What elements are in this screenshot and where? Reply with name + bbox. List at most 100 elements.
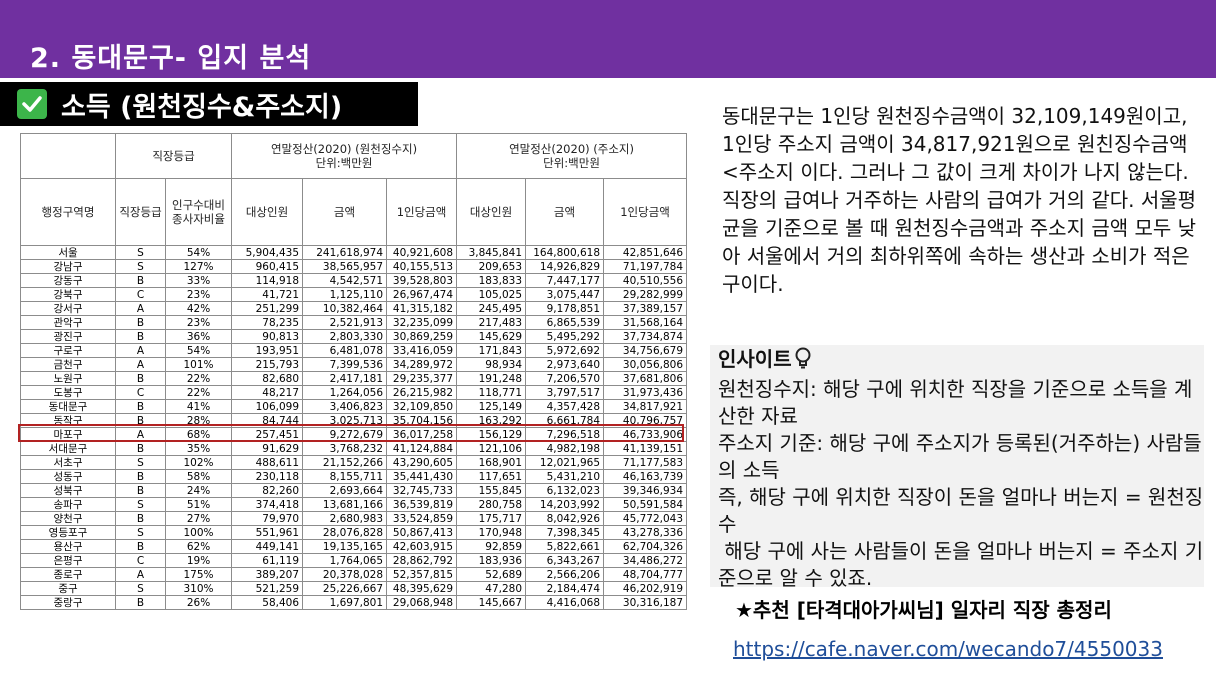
column-header: 행정구역명 <box>20 178 116 246</box>
table-cell: 32,235,099 <box>386 315 458 330</box>
table-cell: 10,382,464 <box>302 301 388 316</box>
table-cell: 19% <box>164 553 233 568</box>
table-cell: 58% <box>164 469 233 484</box>
table-cell: 33,416,059 <box>386 343 458 358</box>
table-cell: 서대문구 <box>20 441 116 456</box>
table-cell: 14,203,992 <box>525 497 605 512</box>
table-row: 서울 S 54% 5,904,435 241,618,974 40,921,608 3,84… <box>20 245 688 260</box>
table-cell: 46,202,919 <box>603 581 688 596</box>
table-row: 금천구 A 101% 215,793 7,399,536 34,289,972 98,934… <box>20 357 688 372</box>
table-cell: 62% <box>164 539 233 554</box>
table-cell: 209,653 <box>456 259 527 274</box>
table-cell: 24% <box>164 483 233 498</box>
table-cell: 251,299 <box>231 301 304 316</box>
table-cell: 28,076,828 <box>302 525 388 540</box>
table-cell: 3,075,447 <box>525 287 605 302</box>
table-cell: 5,495,292 <box>525 329 605 344</box>
table-cell: 노원구 <box>20 371 116 386</box>
table-cell: 23% <box>164 287 233 302</box>
table-cell: 38,565,957 <box>302 259 388 274</box>
table-cell: 7,398,345 <box>525 525 605 540</box>
table-cell: B <box>115 273 166 288</box>
table-cell: 30,316,187 <box>603 595 688 610</box>
insight-line-1: 원천징수지: 해당 구에 위치한 직장을 기준으로 소득을 계산한 자료 <box>718 377 1193 428</box>
table-cell: 98,934 <box>456 357 527 372</box>
table-cell: 241,618,974 <box>302 245 388 260</box>
table-cell: 29,068,948 <box>386 595 458 610</box>
table-cell: 191,248 <box>456 371 527 386</box>
column-header: 인구수대비 종사자비율 <box>164 178 233 246</box>
table-row: 중랑구 B 26% 58,406 1,697,801 29,068,948 145,667 4… <box>20 595 688 610</box>
insight-title: 인사이트 <box>718 347 792 371</box>
table-row: 구로구 A 54% 193,951 6,481,078 33,416,059 171,843… <box>20 343 688 358</box>
table-cell: 37,734,874 <box>603 329 688 344</box>
column-header: 대상인원 <box>231 178 304 246</box>
table-cell: 45,772,043 <box>603 511 688 526</box>
table-cell: 145,629 <box>456 329 527 344</box>
source-link[interactable]: https://cafe.naver.com/wecando7/4550033 <box>733 637 1163 661</box>
table-cell: 3,845,841 <box>456 245 527 260</box>
table-cell: 1,125,110 <box>302 287 388 302</box>
table-cell: 50,867,413 <box>386 525 458 540</box>
table-row: 은평구 C 19% 61,119 1,764,065 28,862,792 183,936 6… <box>20 553 688 568</box>
table-cell: 183,936 <box>456 553 527 568</box>
table-cell: 4,357,428 <box>525 399 605 414</box>
table-cell: 521,259 <box>231 581 304 596</box>
table-cell: 2,973,640 <box>525 357 605 372</box>
table-cell: 4,416,068 <box>525 595 605 610</box>
table-cell: 41,315,182 <box>386 301 458 316</box>
table-row: 송파구 S 51% 374,418 13,681,166 36,539,819 280,75… <box>20 497 688 512</box>
section-heading-label: 소득 (원천징수&주소지) <box>61 91 343 123</box>
table-cell: 118,771 <box>456 385 527 400</box>
table-cell: 7,399,536 <box>302 357 388 372</box>
table-cell: 101% <box>164 357 233 372</box>
table-cell: 29,282,999 <box>603 287 688 302</box>
table-cell: 155,845 <box>456 483 527 498</box>
table-row: 강북구 C 23% 41,721 1,125,110 26,967,474 105,025 3… <box>20 287 688 302</box>
insight-line-3: 즉, 해당 구에 위치한 직장이 돈을 얼마나 버는지 = 원천징수 <box>718 485 1204 536</box>
table-cell: 78,235 <box>231 315 304 330</box>
table-cell: 31,973,436 <box>603 385 688 400</box>
table-cell: 26,967,474 <box>386 287 458 302</box>
table-cell: 광진구 <box>20 329 116 344</box>
table-cell: 2,693,664 <box>302 483 388 498</box>
section-heading: 소득 (원천징수&주소지) <box>0 82 418 126</box>
header-empty-cell <box>20 133 116 179</box>
table-cell: 35% <box>164 441 233 456</box>
check-icon <box>17 89 47 119</box>
table-cell: 58,406 <box>231 595 304 610</box>
table-cell: 5,972,692 <box>525 343 605 358</box>
income-table: 직장등급 연말정산(2020) (원천징수지) 단위:백만원 연말정산(2020… <box>20 133 688 610</box>
table-cell: 8,042,926 <box>525 511 605 526</box>
table-cell: 82,260 <box>231 483 304 498</box>
table-cell: 40,921,608 <box>386 245 458 260</box>
table-cell: 171,843 <box>456 343 527 358</box>
table-row: 강남구 S 127% 960,415 38,565,957 40,155,513 209,6… <box>20 259 688 274</box>
table-row: 동대문구 B 41% 106,099 3,406,823 32,109,850 125,14… <box>20 399 688 414</box>
table-cell: S <box>115 259 166 274</box>
table-cell: 2,803,330 <box>302 329 388 344</box>
table-cell: 34,756,679 <box>603 343 688 358</box>
table-cell: 금천구 <box>20 357 116 372</box>
table-cell: 39,346,934 <box>603 483 688 498</box>
table-cell: 구로구 <box>20 343 116 358</box>
table-cell: 41% <box>164 399 233 414</box>
table-cell: A <box>115 567 166 582</box>
table-cell: 5,822,661 <box>525 539 605 554</box>
table-cell: 9,178,851 <box>525 301 605 316</box>
header-address-title: 연말정산(2020) (주소지) <box>509 142 634 156</box>
table-cell: 23% <box>164 315 233 330</box>
table-cell: S <box>115 455 166 470</box>
table-cell: 62,704,326 <box>603 539 688 554</box>
table-cell: 90,813 <box>231 329 304 344</box>
table-cell: 183,833 <box>456 273 527 288</box>
table-cell: B <box>115 539 166 554</box>
table-cell: 145,667 <box>456 595 527 610</box>
table-cell: 310% <box>164 581 233 596</box>
table-cell: 도봉구 <box>20 385 116 400</box>
table-cell: 성동구 <box>20 469 116 484</box>
table-cell: 168,901 <box>456 455 527 470</box>
table-cell: 48,395,629 <box>386 581 458 596</box>
table-cell: 40,155,513 <box>386 259 458 274</box>
table-row: 성북구 B 24% 82,260 2,693,664 32,745,733 155,845 6… <box>20 483 688 498</box>
